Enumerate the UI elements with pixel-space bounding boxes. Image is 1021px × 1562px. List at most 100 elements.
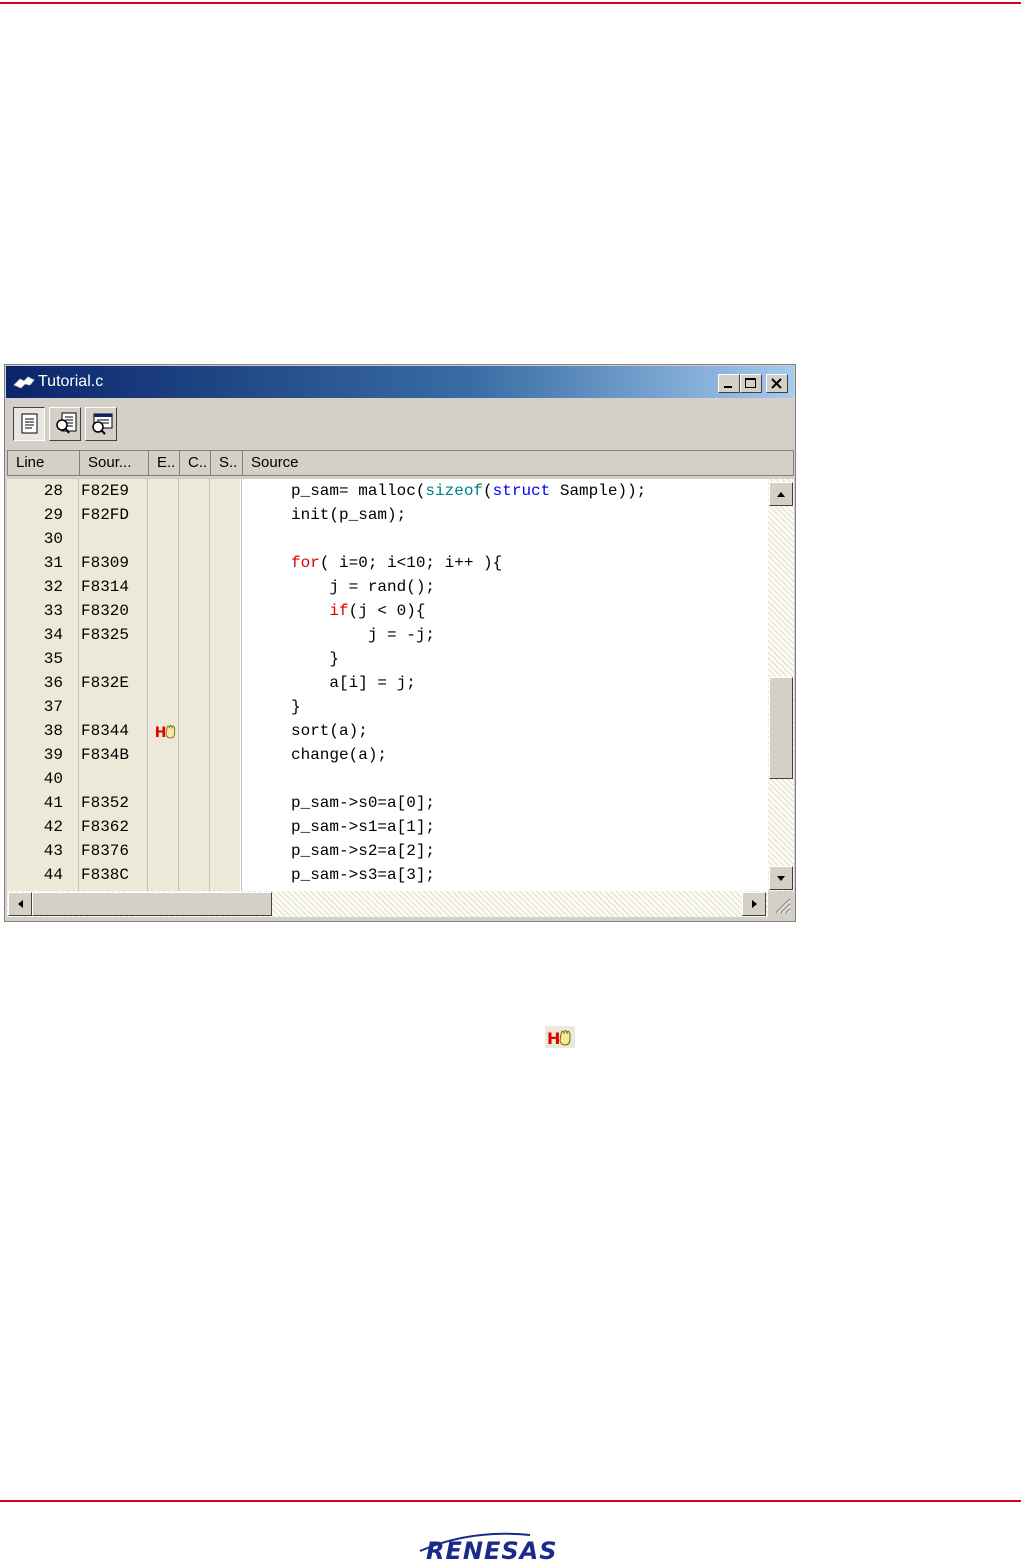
minimize-button[interactable] (718, 374, 740, 393)
source-row[interactable]: 29 F82FD init(p_sam); (7, 503, 768, 527)
disassembly-view-icon (92, 413, 113, 435)
event-cell[interactable] (151, 815, 181, 839)
source-code: } (291, 695, 301, 719)
mixed-view-button[interactable] (49, 407, 81, 441)
source-row[interactable]: 36 F832E a[i] = j; (7, 671, 768, 695)
source-address: F8362 (81, 818, 130, 836)
scroll-up-button[interactable] (769, 482, 793, 506)
source-row[interactable]: 30 (7, 527, 768, 551)
scroll-down-button[interactable] (769, 866, 793, 890)
event-cell[interactable] (151, 575, 181, 599)
mixed-view-icon (56, 412, 77, 434)
scroll-right-button[interactable] (742, 892, 766, 916)
vertical-scrollbar[interactable] (768, 479, 794, 891)
column-event[interactable]: E.. (149, 451, 180, 475)
maximize-button[interactable] (740, 374, 762, 393)
hardware-break-icon: H (155, 724, 176, 741)
source-row[interactable]: 44 F838C p_sam->s3=a[3]; (7, 863, 768, 887)
code-token: } (291, 698, 301, 716)
event-cell[interactable] (151, 767, 181, 791)
column-source-address[interactable]: Sour... (80, 451, 149, 475)
horizontal-scroll-thumb[interactable] (32, 892, 272, 916)
source-code: change(a); (291, 743, 387, 767)
source-row[interactable]: 41 F8352 p_sam->s0=a[0]; (7, 791, 768, 815)
event-cell[interactable] (151, 671, 181, 695)
column-coverage[interactable]: C.. (180, 451, 211, 475)
maximize-icon (745, 378, 756, 388)
event-cell[interactable] (151, 839, 181, 863)
horizontal-scrollbar[interactable] (7, 891, 768, 917)
code-token: a[i] = j; (291, 674, 416, 692)
source-address: F8376 (81, 842, 130, 860)
source-row[interactable]: 43 F8376 p_sam->s2=a[2]; (7, 839, 768, 863)
code-token: (j < 0){ (348, 602, 426, 620)
event-cell[interactable] (151, 479, 181, 503)
source-row[interactable]: 35 } (7, 647, 768, 671)
event-cell[interactable] (151, 791, 181, 815)
disassembly-view-button[interactable] (85, 407, 117, 441)
source-code: j = rand(); (291, 575, 435, 599)
event-cell[interactable] (151, 863, 181, 887)
arrow-up-icon (777, 492, 785, 497)
event-cell[interactable] (151, 551, 181, 575)
renesas-logo: RENESAS (419, 1532, 557, 1561)
event-cell[interactable]: H (151, 719, 181, 743)
source-code: p_sam->s3=a[3]; (291, 863, 435, 887)
event-cell[interactable] (151, 503, 181, 527)
source-address: F838C (81, 866, 130, 884)
resize-grip-icon (775, 898, 791, 914)
source-view-button[interactable] (13, 407, 45, 441)
source-row[interactable]: 39 F834B change(a); (7, 743, 768, 767)
arrow-left-icon (18, 900, 23, 908)
source-file-icon (13, 376, 35, 389)
column-s[interactable]: S.. (211, 451, 243, 475)
source-code: init(p_sam); (291, 503, 406, 527)
event-cell[interactable] (151, 527, 181, 551)
source-row[interactable]: 31 F8309 for( i=0; i<10; i++ ){ (7, 551, 768, 575)
source-window: Tutorial.c Line Sour... E.. C.. S.. Sour… (4, 364, 796, 922)
source-row[interactable]: 42 F8362 p_sam->s1=a[1]; (7, 815, 768, 839)
source-code-area[interactable]: 28 F82E9 p_sam= malloc(sizeof(struct Sampl… (7, 479, 768, 891)
hardware-break-icon: H (545, 1026, 575, 1048)
title-bar[interactable]: Tutorial.c (6, 366, 794, 398)
source-row[interactable]: 32 F8314 j = rand(); (7, 575, 768, 599)
source-view-icon (21, 413, 38, 434)
line-number: 28 (43, 482, 63, 500)
code-token: sort(a); (291, 722, 368, 740)
line-number: 35 (43, 650, 63, 668)
svg-text:H: H (547, 1029, 560, 1048)
window-title: Tutorial.c (38, 373, 104, 390)
source-address: F8344 (81, 722, 130, 740)
source-row[interactable]: 33 F8320 if(j < 0){ (7, 599, 768, 623)
code-token: p_sam->s1=a[1]; (291, 818, 436, 836)
column-header: Line Sour... E.. C.. S.. Source (7, 450, 794, 476)
source-code: j = -j; (291, 623, 435, 647)
top-divider (0, 2, 1021, 4)
source-row[interactable]: 40 (7, 767, 768, 791)
code-token: p_sam= malloc( (291, 482, 426, 500)
event-cell[interactable] (151, 599, 181, 623)
event-cell[interactable] (151, 743, 181, 767)
source-address: F82E9 (81, 482, 130, 500)
event-cell[interactable] (151, 623, 181, 647)
resize-grip[interactable] (768, 891, 794, 917)
source-code: if(j < 0){ (291, 599, 425, 623)
source-address: F8325 (81, 626, 130, 644)
source-address: F8320 (81, 602, 130, 620)
source-address: F832E (81, 674, 130, 692)
source-row[interactable]: 37} (7, 695, 768, 719)
source-row[interactable]: 34 F8325 j = -j; (7, 623, 768, 647)
vertical-scroll-thumb[interactable] (769, 677, 793, 779)
source-row[interactable]: 28 F82E9 p_sam= malloc(sizeof(struct Sampl… (7, 479, 768, 503)
column-source[interactable]: Source (243, 451, 793, 475)
column-line[interactable]: Line (8, 451, 80, 475)
event-cell[interactable] (151, 695, 181, 719)
scroll-left-button[interactable] (8, 892, 32, 916)
code-token: change(a); (291, 746, 388, 764)
arrow-right-icon (752, 900, 757, 908)
event-cell[interactable] (151, 647, 181, 671)
source-row[interactable]: 38 F8344 Hsort(a); (7, 719, 768, 743)
close-button[interactable] (766, 374, 788, 393)
line-number: 36 (43, 674, 63, 692)
